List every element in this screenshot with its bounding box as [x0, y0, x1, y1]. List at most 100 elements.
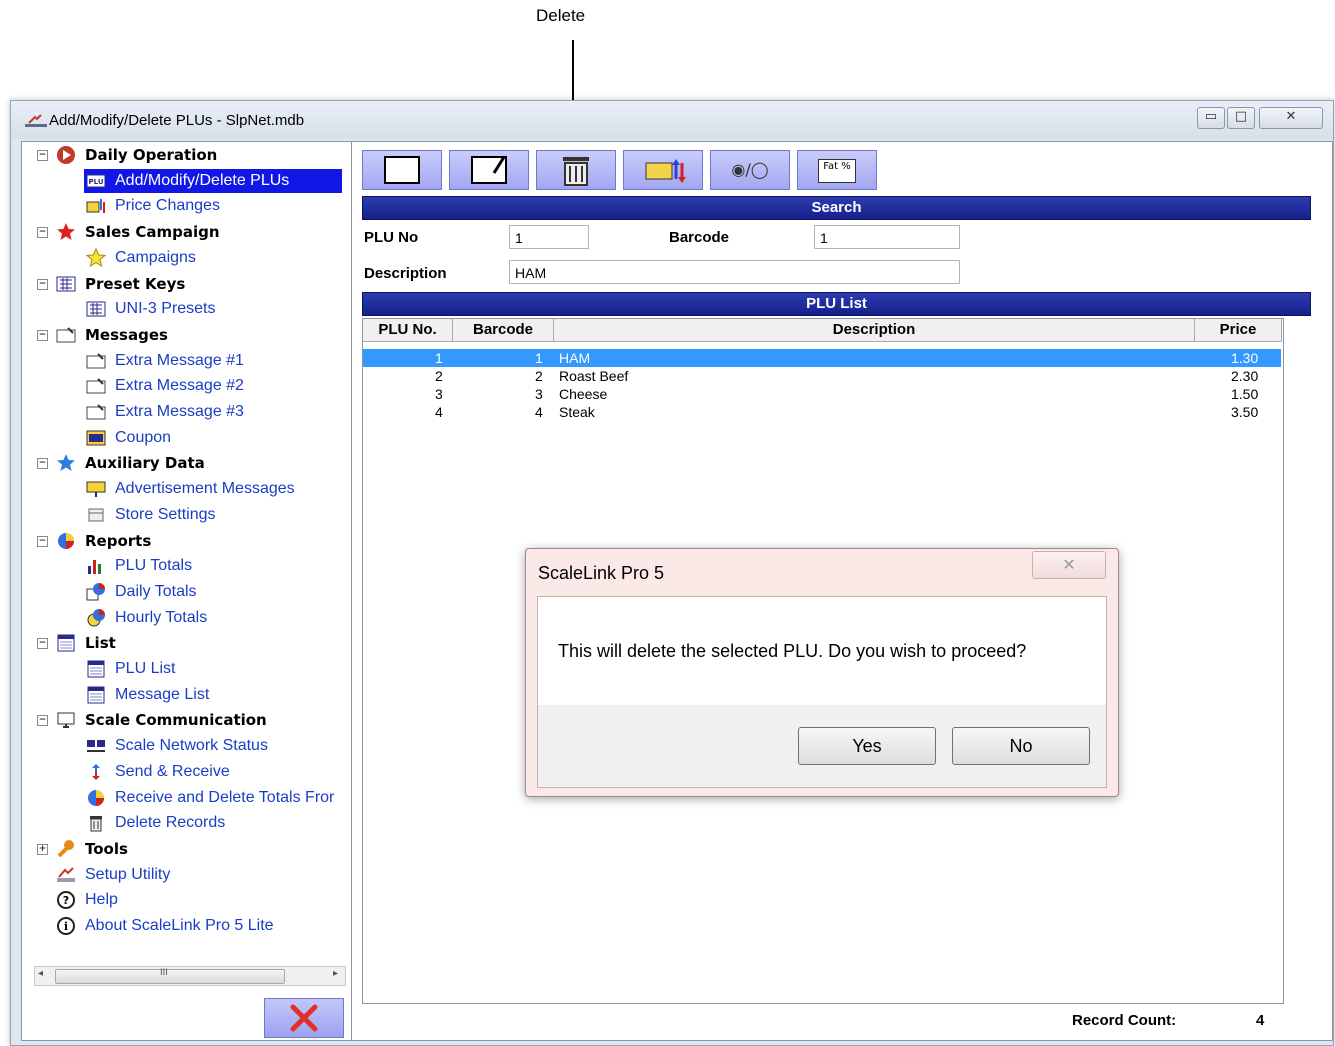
sidebar-item-add-modify-delete-plus[interactable]: PLU Add/Modify/Delete PLUs	[84, 168, 342, 193]
sidebar-item-label: Campaigns	[115, 248, 196, 266]
scroll-left-icon[interactable]: ◂	[38, 968, 43, 979]
dialog-close-button[interactable]: ✕	[1032, 551, 1106, 579]
column-header-description[interactable]: Description	[554, 319, 1195, 342]
column-header-barcode[interactable]: Barcode	[453, 319, 554, 342]
keypad-icon	[86, 301, 106, 317]
sidebar-item-label: PLU Totals	[115, 557, 193, 575]
horizontal-scrollbar[interactable]: ◂ III ▸	[34, 966, 346, 986]
keypad-icon	[56, 276, 76, 291]
network-icon	[87, 740, 105, 753]
sidebar-item-auxiliary-data[interactable]: − Auxiliary Data	[37, 451, 342, 475]
table-row[interactable]: 3 3 Cheese 1.50	[363, 385, 1281, 403]
sidebar-item-scale-network-status[interactable]: Scale Network Status	[84, 734, 342, 758]
dialog-title: ScaleLink Pro 5	[538, 563, 665, 583]
yes-button[interactable]: Yes	[798, 727, 936, 765]
transfer-icon	[92, 763, 100, 780]
collapse-icon[interactable]: −	[37, 227, 48, 239]
column-header-plu-no[interactable]: PLU No.	[363, 319, 453, 342]
sidebar-item-list[interactable]: − List	[37, 631, 342, 655]
plu-no-input[interactable]: 1	[509, 225, 589, 249]
sidebar-item-sales-campaign[interactable]: − Sales Campaign	[37, 220, 342, 244]
sidebar-item-receive-and-delete-totals-fror[interactable]: Receive and Delete Totals Fror	[84, 786, 342, 810]
cell-description: HAM	[559, 350, 591, 366]
dialog-body: This will delete the selected PLU. Do yo…	[537, 596, 1107, 788]
sidebar-item-reports[interactable]: − Reports	[37, 529, 342, 553]
sidebar-item-send-receive[interactable]: Send & Receive	[84, 760, 342, 784]
sidebar-item-campaigns[interactable]: Campaigns	[84, 246, 342, 270]
sidebar-item-tools[interactable]: + Tools	[37, 837, 342, 861]
clock-chart-icon	[87, 608, 105, 627]
sidebar-item-label: Scale Network Status	[115, 737, 268, 755]
cell-description: Roast Beef	[559, 368, 629, 384]
sidebar-item-label: Add/Modify/Delete PLUs	[115, 171, 290, 189]
sidebar-item-help[interactable]: ? Help	[54, 888, 342, 912]
sidebar-item-label: Receive and Delete Totals Fror	[115, 788, 335, 806]
collapse-icon[interactable]: −	[37, 638, 48, 650]
search-header: Search	[362, 196, 1311, 220]
minimize-button[interactable]: ▭	[1197, 107, 1225, 129]
expand-icon[interactable]: +	[37, 843, 48, 855]
sidebar-item-plu-totals[interactable]: PLU Totals	[84, 554, 342, 578]
description-label: Description	[364, 265, 447, 282]
help-icon: ?	[57, 891, 75, 910]
barcode-input[interactable]: 1	[814, 225, 960, 249]
price-update-button[interactable]	[623, 150, 703, 190]
column-header-price[interactable]: Price	[1195, 319, 1282, 342]
message-icon	[86, 352, 106, 369]
sidebar-item-label: Scale Communication	[85, 711, 267, 730]
table-row[interactable]: 2 2 Roast Beef 2.30	[363, 367, 1281, 385]
close-window-button[interactable]: ✕	[1259, 107, 1323, 129]
sidebar-item-message-list[interactable]: Message List	[84, 683, 342, 707]
edit-plu-button[interactable]	[449, 150, 529, 190]
collapse-icon[interactable]: −	[37, 715, 48, 727]
sidebar-item-daily-operation[interactable]: − Daily Operation	[37, 143, 342, 167]
sidebar-item-delete-records[interactable]: Delete Records	[84, 811, 342, 835]
maximize-button[interactable]: □	[1227, 107, 1255, 129]
message-icon	[86, 378, 106, 394]
collapse-icon[interactable]: −	[37, 150, 48, 161]
star-yellow-icon	[85, 247, 107, 267]
title-bar[interactable]: Add/Modify/Delete PLUs - SlpNet.mdb ▭ □ …	[11, 101, 1333, 139]
nutrition-button[interactable]: Fat %	[797, 150, 877, 190]
sidebar-item-price-changes[interactable]: Price Changes	[84, 194, 342, 218]
exit-button[interactable]	[264, 998, 344, 1038]
table-row[interactable]: 1 1 HAM 1.30	[363, 349, 1281, 367]
sidebar-item-label: List	[85, 634, 116, 653]
svg-text:?: ?	[63, 894, 69, 907]
setup-icon	[57, 866, 75, 882]
cell-price: 1.30	[1231, 350, 1259, 366]
sidebar-item-uni-3-presets[interactable]: UNI-3 Presets	[84, 297, 342, 321]
scrollbar-thumb[interactable]: III	[55, 968, 285, 984]
collapse-icon[interactable]: −	[37, 329, 48, 341]
new-plu-button[interactable]	[362, 150, 442, 190]
toggle-mode-button[interactable]: ◉/◯	[710, 150, 790, 190]
sidebar-item-about-scalelink-pro-5-lite[interactable]: i About ScaleLink Pro 5 Lite	[54, 914, 342, 938]
cell-plu: 1	[435, 350, 443, 366]
sidebar-item-store-settings[interactable]: Store Settings	[84, 503, 342, 527]
edit-document-icon	[471, 156, 507, 184]
sidebar-item-preset-keys[interactable]: − Preset Keys	[37, 272, 342, 296]
sidebar-item-messages[interactable]: − Messages	[37, 323, 342, 347]
sidebar-item-daily-totals[interactable]: Daily Totals	[84, 580, 342, 604]
sidebar-item-plu-list[interactable]: PLU List	[84, 657, 342, 681]
collapse-icon[interactable]: −	[37, 535, 48, 547]
sidebar-item-label: Preset Keys	[85, 274, 186, 293]
list-icon	[57, 634, 75, 652]
sidebar-item-setup-utility[interactable]: Setup Utility	[54, 863, 342, 887]
collapse-icon[interactable]: −	[37, 458, 48, 470]
no-button[interactable]: No	[952, 727, 1090, 765]
sidebar-item-hourly-totals[interactable]: Hourly Totals	[84, 606, 342, 630]
sidebar-item-extra-message-1[interactable]: Extra Message #1	[84, 349, 342, 373]
sidebar-item-extra-message-3[interactable]: Extra Message #3	[84, 400, 342, 424]
collapse-icon[interactable]: −	[37, 278, 48, 290]
svg-text:PLU: PLU	[88, 178, 103, 186]
scroll-right-icon[interactable]: ▸	[333, 968, 338, 979]
sidebar-item-coupon[interactable]: Coupon	[84, 426, 342, 450]
sidebar-item-advertisement-messages[interactable]: Advertisement Messages	[84, 477, 342, 501]
delete-plu-button[interactable]	[536, 150, 616, 190]
sidebar-item-scale-communication[interactable]: − Scale Communication	[37, 708, 342, 732]
price-update-icon	[645, 159, 686, 183]
sidebar-item-extra-message-2[interactable]: Extra Message #2	[84, 374, 342, 398]
table-row[interactable]: 4 4 Steak 3.50	[363, 403, 1281, 421]
description-input[interactable]: HAM	[509, 260, 960, 284]
